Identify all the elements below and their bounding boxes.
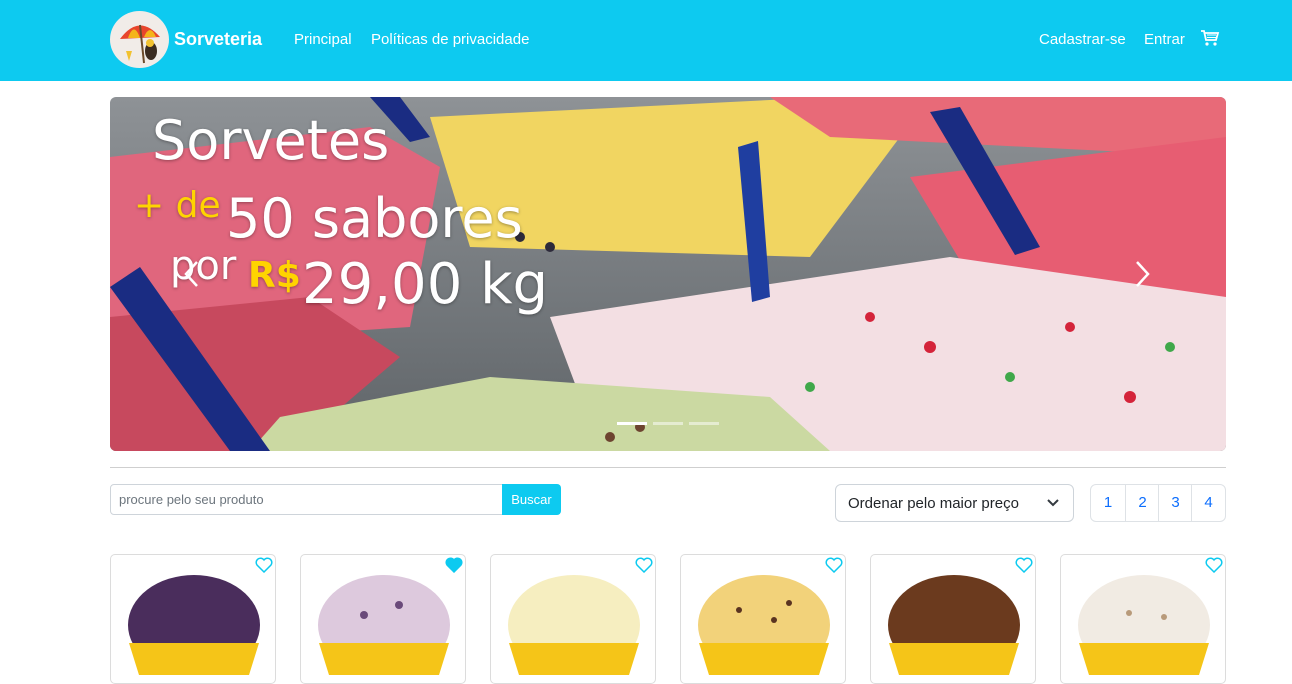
pagination: 1 2 3 4: [1090, 484, 1226, 522]
product-card[interactable]: [110, 554, 276, 684]
login-link[interactable]: Entrar: [1144, 31, 1185, 48]
product-card[interactable]: [1060, 554, 1226, 684]
promo-flavors: 50 sabores: [226, 187, 523, 250]
signup-link[interactable]: Cadastrar-se: [1039, 31, 1126, 48]
ice-cream-scoop-image: [698, 575, 830, 675]
search-button[interactable]: Buscar: [502, 484, 561, 515]
navbar: Sorveteria Principal Políticas de privac…: [0, 0, 1292, 81]
product-card[interactable]: [870, 554, 1036, 684]
promo-carousel[interactable]: Sorvetes + de 50 sabores por R$ 29,00 kg: [110, 97, 1226, 451]
page-link-3[interactable]: 3: [1158, 485, 1192, 521]
product-card[interactable]: [490, 554, 656, 684]
divider: [110, 467, 1226, 468]
page-link-2[interactable]: 2: [1125, 485, 1159, 521]
brand-name[interactable]: Sorveteria: [174, 29, 262, 50]
carousel-indicator-3[interactable]: [689, 422, 719, 425]
ice-cream-scoop-image: [1078, 575, 1210, 675]
ice-cream-umbrella-logo-icon: [120, 24, 160, 64]
sort-selected-label: Ordenar pelo maior preço: [848, 495, 1019, 512]
search-input[interactable]: [110, 484, 503, 515]
carousel-indicator-1[interactable]: [617, 422, 647, 425]
promo-plus-prefix: + de: [134, 185, 221, 226]
nav-link-principal[interactable]: Principal: [294, 31, 352, 48]
promo-price: 29,00 kg: [302, 252, 549, 317]
ice-cream-scoop-image: [128, 575, 260, 675]
ice-cream-scoop-image: [888, 575, 1020, 675]
cart-icon[interactable]: [1200, 29, 1220, 47]
carousel-next-icon[interactable]: [1132, 259, 1152, 289]
ice-cream-scoop-image: [508, 575, 640, 675]
nav-link-privacy[interactable]: Políticas de privacidade: [371, 31, 529, 48]
logo[interactable]: [110, 11, 169, 68]
promo-currency: R$: [248, 255, 301, 296]
page-link-4[interactable]: 4: [1191, 485, 1225, 521]
product-card[interactable]: [680, 554, 846, 684]
page-link-1[interactable]: 1: [1091, 485, 1125, 521]
carousel-indicator-2[interactable]: [653, 422, 683, 425]
carousel-prev-icon[interactable]: [182, 259, 202, 289]
product-card[interactable]: [300, 554, 466, 684]
promo-line-1: Sorvetes: [152, 109, 390, 172]
ice-cream-scoop-image: [318, 575, 450, 675]
chevron-down-icon: [1047, 499, 1059, 507]
promo-price-prefix: por: [170, 243, 237, 289]
sort-select[interactable]: Ordenar pelo maior preço: [835, 484, 1074, 522]
